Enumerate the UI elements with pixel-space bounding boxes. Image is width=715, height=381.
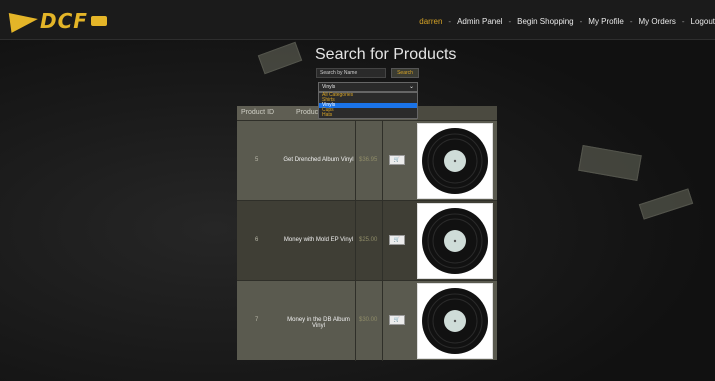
- add-to-cart-button[interactable]: 🛒: [389, 155, 405, 165]
- nav-logout[interactable]: Logout: [691, 17, 715, 26]
- category-select-value: Vinyls: [322, 84, 336, 90]
- nav-separator: -: [629, 17, 633, 26]
- logo-text: DCF: [40, 9, 88, 33]
- megaphone-icon: [8, 9, 40, 33]
- product-id: 7: [255, 317, 259, 323]
- column-divider: [355, 121, 356, 201]
- cash-icon: [90, 16, 107, 26]
- vinyl-record-icon: [422, 208, 488, 274]
- header-product-id: Product ID: [241, 109, 275, 116]
- product-name: Money in the DB Album Vinyl: [287, 317, 350, 329]
- product-name: Get Drenched Album Vinyl: [283, 157, 354, 163]
- category-select[interactable]: Vinyls ⌄: [318, 82, 418, 92]
- column-divider: [382, 281, 383, 361]
- column-divider: [355, 201, 356, 281]
- add-to-cart-button[interactable]: 🛒: [389, 235, 405, 245]
- product-id: 5: [255, 157, 259, 163]
- site-logo[interactable]: DCF: [8, 8, 107, 34]
- table-row: 6 Money with Mold EP Vinyl $25.00 🛒: [237, 200, 497, 281]
- table-row: 5 Get Drenched Album Vinyl $36.95 🛒: [237, 120, 497, 201]
- nav-my-profile[interactable]: My Profile: [588, 17, 624, 26]
- column-divider: [382, 121, 383, 201]
- search-button[interactable]: Search: [391, 68, 419, 78]
- product-price: $36.95: [359, 157, 378, 163]
- product-image: [417, 123, 493, 199]
- nav-admin-panel[interactable]: Admin Panel: [457, 17, 502, 26]
- product-id: 6: [255, 237, 259, 243]
- product-name: Money with Mold EP Vinyl: [283, 237, 354, 243]
- chevron-down-icon: ⌄: [408, 84, 414, 90]
- top-navbar: DCF darren - Admin Panel - Begin Shoppin…: [0, 0, 715, 40]
- add-to-cart-button[interactable]: 🛒: [389, 315, 405, 325]
- product-price: $30.00: [359, 317, 378, 323]
- vinyl-record-icon: [422, 128, 488, 194]
- product-image: [417, 203, 493, 279]
- nav-separator: -: [448, 17, 452, 26]
- column-divider: [355, 281, 356, 361]
- page-title: Search for Products: [315, 46, 457, 63]
- category-option[interactable]: Hats: [319, 113, 417, 118]
- header-product: Product: [296, 109, 321, 116]
- nav-separator: -: [681, 17, 685, 26]
- products-table: Product ID Product 5 Get Drenched Album …: [237, 106, 497, 361]
- table-row: 7 Money in the DB Album Vinyl $30.00 🛒: [237, 280, 497, 361]
- nav-links: darren - Admin Panel - Begin Shopping - …: [419, 17, 715, 26]
- nav-username[interactable]: darren: [419, 17, 442, 26]
- product-image: [417, 283, 493, 359]
- nav-my-orders[interactable]: My Orders: [639, 17, 676, 26]
- search-input[interactable]: Search by Name: [316, 68, 386, 78]
- column-divider: [382, 201, 383, 281]
- nav-separator: -: [579, 17, 583, 26]
- category-dropdown: All Categories Shirts Vinyls Cups Hats: [318, 92, 418, 119]
- nav-separator: -: [508, 17, 512, 26]
- product-price: $25.00: [359, 237, 378, 243]
- vinyl-record-icon: [422, 288, 488, 354]
- nav-begin-shopping[interactable]: Begin Shopping: [517, 17, 574, 26]
